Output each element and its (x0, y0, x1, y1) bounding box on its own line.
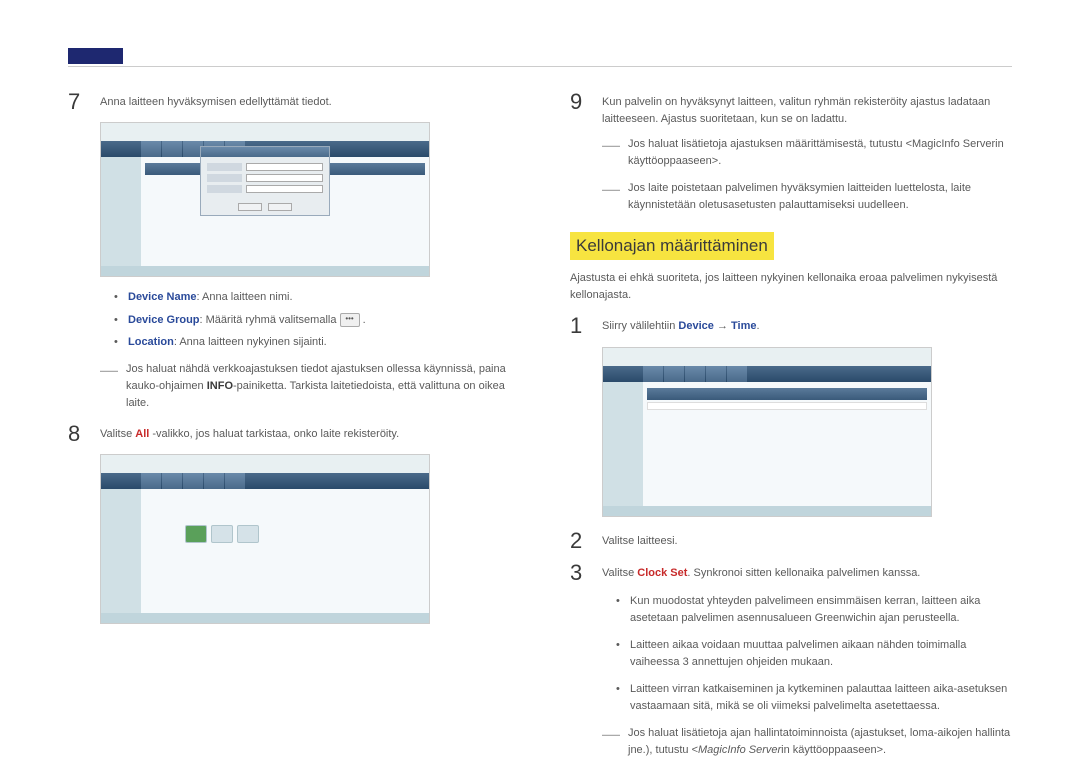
two-column-layout: 7 Anna laitteen hyväksymisen edellyttämä… (68, 90, 1012, 769)
text-after: . (363, 314, 366, 326)
label: Location (128, 336, 174, 348)
section-title-clock: Kellonajan määrittäminen (570, 232, 774, 260)
step7-dash-note: ― Jos haluat nähdä verkkoajastuksen tied… (100, 361, 510, 412)
dash-icon: ― (602, 180, 620, 214)
right-column: 9 Kun palvelin on hyväksynyt laitteen, v… (570, 90, 1012, 769)
step9-dash-a: ― Jos haluat lisätietoja ajastuksen määr… (602, 136, 1012, 170)
step-1: 1 Siirry välilehtiin Device → Time. (570, 314, 1012, 338)
step-text: Valitse All -valikko, jos haluat tarkist… (100, 422, 510, 446)
text: : Anna laitteen nimi. (197, 291, 293, 303)
note-text: Jos haluat nähdä verkkoajastuksen tiedot… (126, 361, 510, 412)
dash-icon: ― (602, 725, 620, 759)
step-number: 1 (570, 314, 588, 338)
step7-bullets: Device Name: Anna laitteen nimi. Device … (114, 289, 510, 351)
bullet-device-name: Device Name: Anna laitteen nimi. (114, 289, 510, 306)
subbullet-1: Kun muodostat yhteyden palvelimeen ensim… (616, 593, 1012, 627)
approve-dialog (200, 146, 330, 216)
screenshot-approve-dialog (100, 122, 430, 277)
step3-subbullets: Kun muodostat yhteyden palvelimeen ensim… (616, 593, 1012, 715)
step-number: 8 (68, 422, 86, 446)
step-number: 9 (570, 90, 588, 128)
step-text: Kun palvelin on hyväksynyt laitteen, val… (602, 90, 1012, 128)
step-7: 7 Anna laitteen hyväksymisen edellyttämä… (68, 90, 510, 114)
step-text: Valitse Clock Set. Synkronoi sitten kell… (602, 561, 1012, 585)
header-accent-bar (68, 48, 123, 64)
dash-icon: ― (100, 361, 118, 412)
left-column: 7 Anna laitteen hyväksymisen edellyttämä… (68, 90, 510, 769)
step-number: 3 (570, 561, 588, 585)
text: : Määritä ryhmä valitsemalla (200, 314, 340, 326)
step-text: Siirry välilehtiin Device → Time. (602, 314, 1012, 338)
step-text: Valitse laitteesi. (602, 529, 1012, 553)
text: : Anna laitteen nykyinen sijainti. (174, 336, 327, 348)
screenshot-device-time (602, 347, 932, 517)
bullet-location: Location: Anna laitteen nykyinen sijaint… (114, 334, 510, 351)
step-3: 3 Valitse Clock Set. Synkronoi sitten ke… (570, 561, 1012, 585)
bullet-device-group: Device Group: Määritä ryhmä valitsemalla… (114, 312, 510, 329)
step-number: 2 (570, 529, 588, 553)
dash-icon: ― (602, 136, 620, 170)
step9-dash-b: ― Jos laite poistetaan palvelimen hyväks… (602, 180, 1012, 214)
header-divider (68, 66, 1012, 67)
label: Device Group (128, 314, 200, 326)
last-dash-note: ― Jos haluat lisätietoja ajan hallintato… (602, 725, 1012, 759)
section-intro: Ajastusta ei ehkä suoriteta, jos laittee… (570, 270, 1012, 304)
subbullet-3: Laitteen virran katkaiseminen ja kytkemi… (616, 681, 1012, 715)
step-number: 7 (68, 90, 86, 114)
note-text: Jos haluat lisätietoja ajan hallintatoim… (628, 725, 1012, 759)
screenshot-all-view (100, 454, 430, 624)
step-9: 9 Kun palvelin on hyväksynyt laitteen, v… (570, 90, 1012, 128)
step-2: 2 Valitse laitteesi. (570, 529, 1012, 553)
note-text: Jos laite poistetaan palvelimen hyväksym… (628, 180, 1012, 214)
note-text: Jos haluat lisätietoja ajastuksen määrit… (628, 136, 1012, 170)
browse-button-icon: ••• (340, 313, 360, 327)
step-8: 8 Valitse All -valikko, jos haluat tarki… (68, 422, 510, 446)
subbullet-2: Laitteen aikaa voidaan muuttaa palvelime… (616, 637, 1012, 671)
label: Device Name (128, 291, 197, 303)
step-text: Anna laitteen hyväksymisen edellyttämät … (100, 90, 510, 114)
